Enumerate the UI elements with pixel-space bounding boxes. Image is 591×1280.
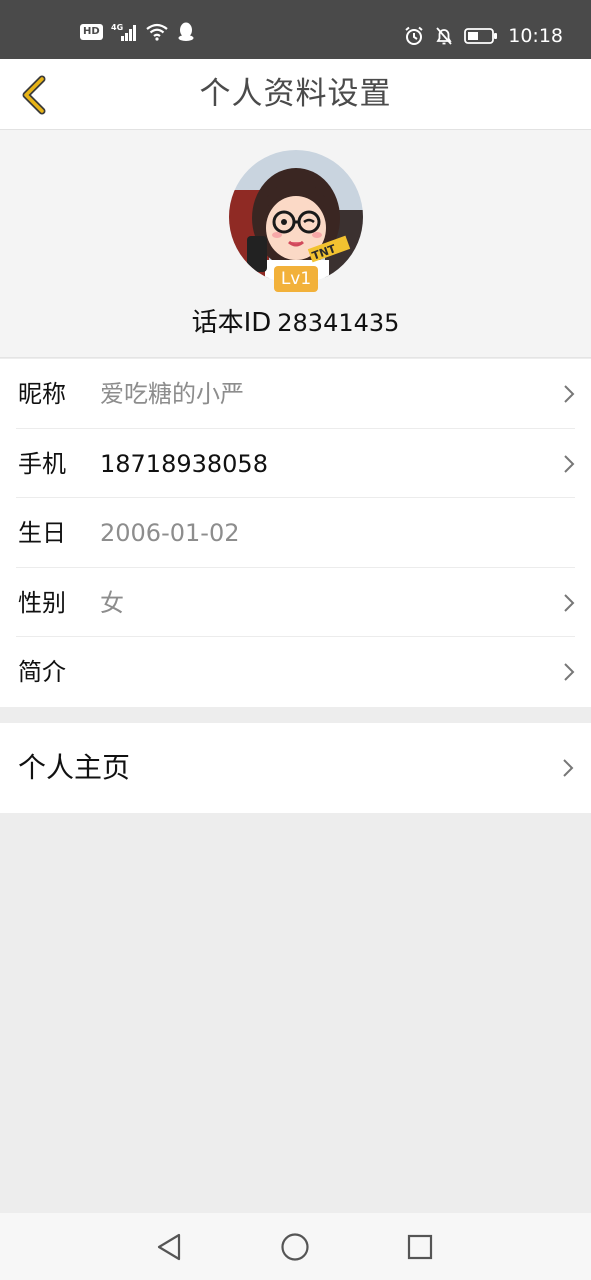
profile-fields-list: 昵称 爱吃糖的小严 手机 18718938058 生日 2006-01-02 性…	[0, 359, 591, 707]
user-id-label: 话本ID	[191, 308, 272, 338]
chevron-right-icon	[564, 385, 575, 403]
field-row-phone[interactable]: 手机 18718938058	[16, 429, 575, 499]
user-id: 话本ID 28341435	[0, 302, 591, 339]
field-value: 爱吃糖的小严	[100, 380, 244, 408]
field-label: 性别	[18, 588, 66, 617]
field-label: 手机	[18, 449, 66, 478]
field-row-bio[interactable]: 简介	[16, 637, 575, 707]
signal-4g-icon: 4G	[111, 23, 136, 41]
qq-icon	[178, 22, 194, 41]
field-row-nickname[interactable]: 昵称 爱吃糖的小严	[16, 359, 575, 429]
homepage-label: 个人主页	[18, 751, 131, 784]
field-row-birthday: 生日 2006-01-02	[16, 498, 575, 568]
field-label: 简介	[18, 658, 66, 687]
field-label: 昵称	[18, 380, 66, 408]
clock: 10:18	[508, 25, 563, 47]
svg-text:4G: 4G	[111, 23, 123, 32]
status-left: HD 4G	[80, 22, 195, 42]
header-bar: 个人资料设置	[0, 59, 591, 130]
avatar-illustration: TNT	[229, 150, 363, 284]
chevron-right-icon	[564, 663, 575, 682]
system-nav-bar	[0, 1213, 591, 1280]
field-value: 18718938058	[100, 449, 268, 478]
profile-header: TNT Lv1 话本ID 28341435	[0, 130, 591, 358]
chevron-right-icon	[564, 454, 575, 473]
hd-icon: HD	[80, 24, 103, 40]
status-bar: HD 4G 10:18	[0, 0, 591, 59]
field-row-gender[interactable]: 性别 女	[16, 568, 575, 638]
back-triangle-icon	[157, 1233, 181, 1261]
page-title: 个人资料设置	[199, 76, 392, 112]
nav-home-button[interactable]	[278, 1230, 312, 1264]
nav-back-button[interactable]	[152, 1230, 186, 1264]
alarm-icon	[405, 26, 423, 45]
personal-homepage-row[interactable]: 个人主页	[0, 723, 591, 813]
field-label: 生日	[18, 519, 66, 548]
user-id-value: 28341435	[277, 309, 400, 337]
field-value: 女	[100, 588, 124, 617]
battery-icon	[464, 28, 498, 44]
level-badge: Lv1	[274, 266, 318, 292]
chevron-right-icon	[564, 594, 575, 612]
mute-bell-icon	[436, 27, 452, 45]
avatar-container[interactable]: TNT Lv1	[229, 150, 363, 292]
nav-recents-button[interactable]	[403, 1230, 437, 1264]
avatar[interactable]: TNT	[229, 150, 363, 284]
chevron-right-icon	[563, 759, 574, 777]
status-right: 10:18	[404, 22, 563, 50]
section-divider	[0, 707, 591, 723]
home-circle-icon	[281, 1233, 309, 1261]
recents-square-icon	[407, 1234, 433, 1260]
wifi-icon	[145, 23, 168, 41]
field-value: 2006-01-02	[100, 519, 240, 548]
